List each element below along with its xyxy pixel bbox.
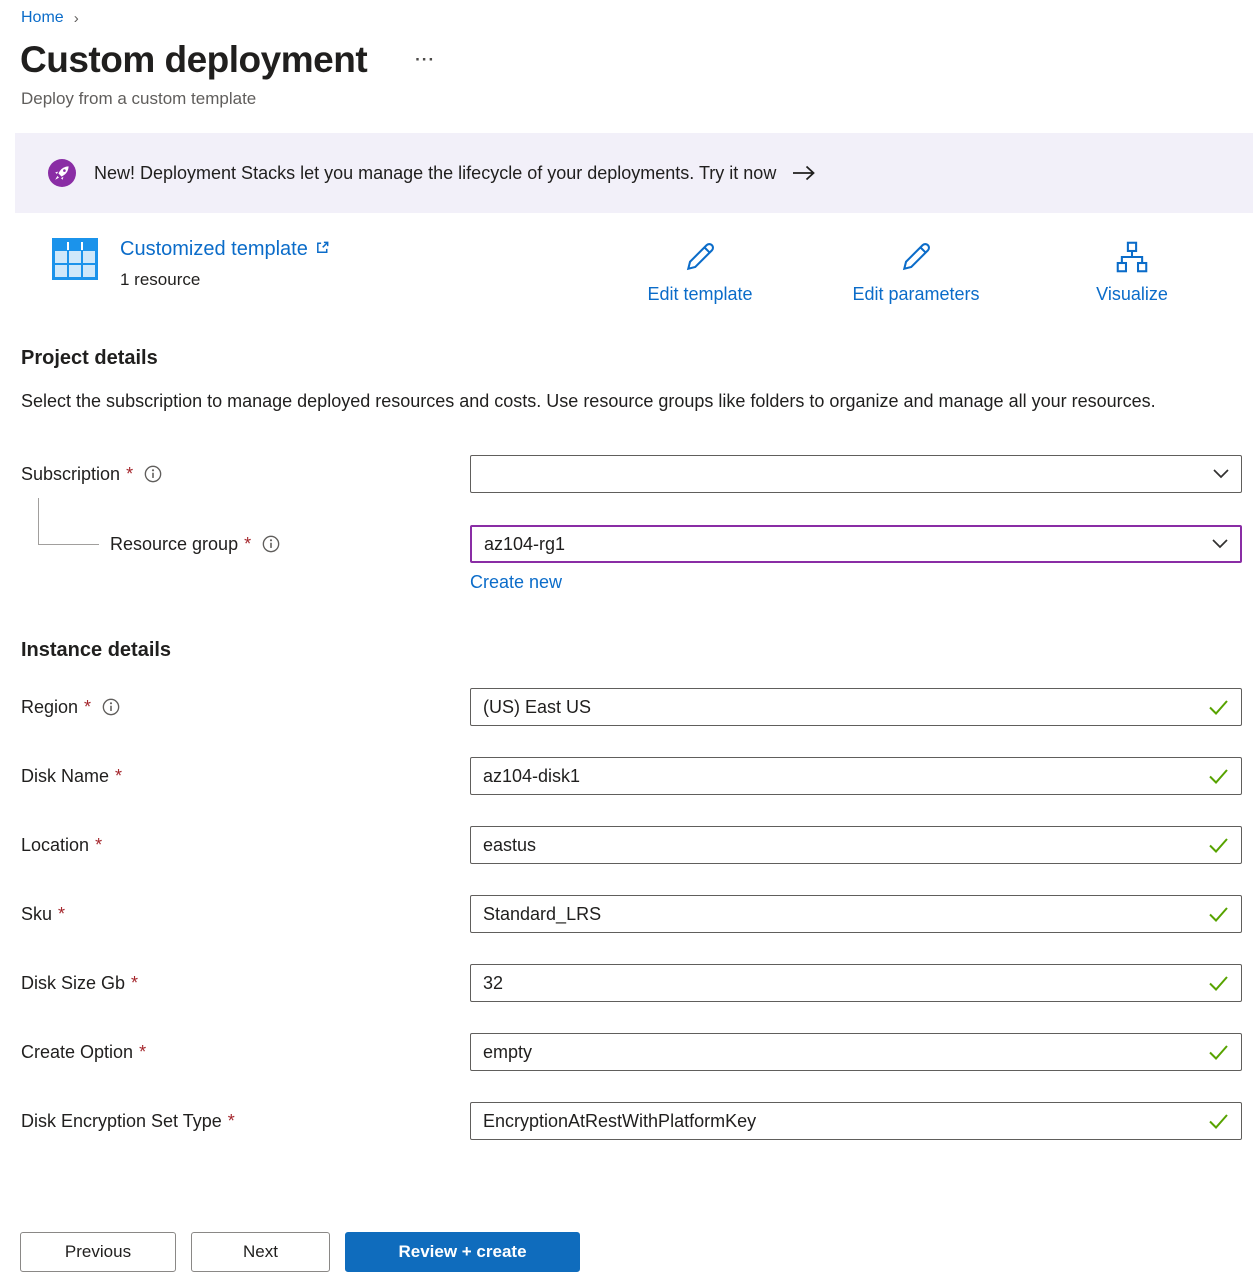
template-link-label: Customized template bbox=[120, 238, 308, 261]
create-option-value: empty bbox=[483, 1042, 532, 1063]
disk-encryption-set-type-input[interactable]: EncryptionAtRestWithPlatformKey bbox=[470, 1102, 1242, 1140]
more-options-button[interactable]: ··· bbox=[415, 50, 435, 70]
info-icon[interactable] bbox=[262, 535, 280, 553]
visualize-label: Visualize bbox=[1096, 284, 1168, 305]
page-header: Custom deployment ··· bbox=[0, 27, 1253, 81]
deployment-stacks-banner: New! Deployment Stacks let you manage th… bbox=[15, 133, 1253, 213]
valid-check-icon bbox=[1208, 837, 1229, 853]
region-value: (US) East US bbox=[483, 697, 591, 718]
valid-check-icon bbox=[1208, 975, 1229, 991]
instance-details-form: Region * (US) East US Disk Name * bbox=[21, 688, 1253, 1140]
disk-size-input[interactable]: 32 bbox=[470, 964, 1242, 1002]
region-label: Region bbox=[21, 697, 78, 718]
edit-template-button[interactable]: Edit template bbox=[592, 238, 808, 305]
disk-name-label: Disk Name bbox=[21, 766, 109, 787]
edit-parameters-button[interactable]: Edit parameters bbox=[808, 238, 1024, 305]
previous-button[interactable]: Previous bbox=[20, 1232, 176, 1272]
disk-size-value: 32 bbox=[483, 973, 503, 994]
location-input[interactable]: eastus bbox=[470, 826, 1242, 864]
disk-name-input[interactable]: az104-disk1 bbox=[470, 757, 1242, 795]
footer-action-bar: Previous Next Review + create bbox=[0, 1204, 1253, 1280]
rocket-icon bbox=[48, 159, 76, 187]
info-icon[interactable] bbox=[144, 465, 162, 483]
resource-group-value: az104-rg1 bbox=[484, 534, 565, 555]
page-subtitle: Deploy from a custom template bbox=[0, 81, 1253, 109]
sku-value: Standard_LRS bbox=[483, 904, 601, 925]
subscription-dropdown[interactable] bbox=[470, 455, 1242, 493]
external-link-icon bbox=[315, 238, 330, 261]
pencil-icon bbox=[897, 238, 935, 281]
resource-group-label: Resource group bbox=[110, 534, 238, 555]
template-actions: Edit template Edit parameters Visualiz bbox=[592, 238, 1240, 305]
resource-group-row: Resource group * az104-rg1 bbox=[21, 525, 1242, 563]
valid-check-icon bbox=[1208, 1113, 1229, 1129]
breadcrumb-separator: › bbox=[74, 10, 79, 27]
project-details-description: Select the subscription to manage deploy… bbox=[21, 386, 1181, 417]
required-marker: * bbox=[228, 1111, 235, 1132]
disk-size-label: Disk Size Gb bbox=[21, 973, 125, 994]
valid-check-icon bbox=[1208, 906, 1229, 922]
visualize-button[interactable]: Visualize bbox=[1024, 238, 1240, 305]
required-marker: * bbox=[244, 534, 251, 555]
subscription-row: Subscription * bbox=[21, 455, 1242, 493]
required-marker: * bbox=[139, 1042, 146, 1063]
page-title: Custom deployment bbox=[20, 39, 367, 81]
template-summary: Customized template 1 resource Edit temp… bbox=[52, 238, 1240, 305]
breadcrumb: Home › bbox=[0, 0, 1253, 27]
project-details-form: Subscription * Resource group * bbox=[21, 455, 1253, 593]
required-marker: * bbox=[95, 835, 102, 856]
disk-size-row: Disk Size Gb * 32 bbox=[21, 964, 1242, 1002]
info-icon[interactable] bbox=[102, 698, 120, 716]
breadcrumb-home-link[interactable]: Home bbox=[21, 9, 64, 27]
required-marker: * bbox=[58, 904, 65, 925]
review-create-button[interactable]: Review + create bbox=[345, 1232, 580, 1272]
arrow-right-icon[interactable] bbox=[792, 165, 816, 181]
location-row: Location * eastus bbox=[21, 826, 1242, 864]
disk-encryption-set-type-label: Disk Encryption Set Type bbox=[21, 1111, 222, 1132]
chevron-down-icon bbox=[1213, 469, 1229, 479]
create-option-row: Create Option * empty bbox=[21, 1033, 1242, 1071]
create-option-input[interactable]: empty bbox=[470, 1033, 1242, 1071]
visualize-icon bbox=[1113, 238, 1151, 281]
template-icon bbox=[52, 238, 98, 280]
pencil-icon bbox=[681, 238, 719, 281]
customized-template-link[interactable]: Customized template bbox=[120, 238, 330, 261]
required-marker: * bbox=[84, 697, 91, 718]
subscription-label: Subscription bbox=[21, 464, 120, 485]
resource-count: 1 resource bbox=[120, 270, 330, 290]
create-new-link[interactable]: Create new bbox=[470, 572, 562, 593]
disk-name-value: az104-disk1 bbox=[483, 766, 580, 787]
valid-check-icon bbox=[1208, 768, 1229, 784]
disk-encryption-set-type-value: EncryptionAtRestWithPlatformKey bbox=[483, 1111, 756, 1132]
sku-input[interactable]: Standard_LRS bbox=[470, 895, 1242, 933]
valid-check-icon bbox=[1208, 699, 1229, 715]
disk-name-row: Disk Name * az104-disk1 bbox=[21, 757, 1242, 795]
sku-row: Sku * Standard_LRS bbox=[21, 895, 1242, 933]
valid-check-icon bbox=[1208, 1044, 1229, 1060]
required-marker: * bbox=[126, 464, 133, 485]
template-info: Customized template 1 resource bbox=[120, 238, 330, 290]
chevron-down-icon bbox=[1212, 539, 1228, 549]
resource-group-dropdown[interactable]: az104-rg1 bbox=[470, 525, 1242, 563]
required-marker: * bbox=[131, 973, 138, 994]
edit-template-label: Edit template bbox=[647, 284, 752, 305]
disk-encryption-set-type-row: Disk Encryption Set Type * EncryptionAtR… bbox=[21, 1102, 1242, 1140]
edit-parameters-label: Edit parameters bbox=[852, 284, 979, 305]
location-value: eastus bbox=[483, 835, 536, 856]
next-button[interactable]: Next bbox=[191, 1232, 330, 1272]
instance-details-heading: Instance details bbox=[21, 639, 1253, 662]
banner-text: New! Deployment Stacks let you manage th… bbox=[94, 163, 776, 184]
location-label: Location bbox=[21, 835, 89, 856]
required-marker: * bbox=[115, 766, 122, 787]
project-details-heading: Project details bbox=[21, 347, 1253, 370]
region-input[interactable]: (US) East US bbox=[470, 688, 1242, 726]
region-row: Region * (US) East US bbox=[21, 688, 1242, 726]
tree-connector bbox=[38, 498, 99, 545]
create-option-label: Create Option bbox=[21, 1042, 133, 1063]
sku-label: Sku bbox=[21, 904, 52, 925]
